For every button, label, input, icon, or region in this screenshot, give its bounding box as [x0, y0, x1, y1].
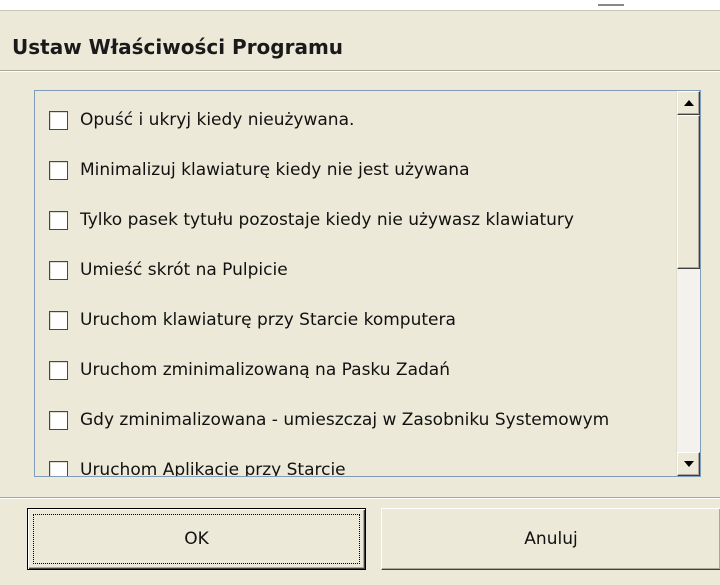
- option-start-minimized-taskbar[interactable]: Uruchom zminimalizowaną na Pasku Zadań: [35, 354, 675, 388]
- arrow-down-icon: [683, 461, 694, 467]
- option-hide-when-unused[interactable]: Opuść i ukryj kiedy nieużywana.: [35, 104, 675, 138]
- checkbox[interactable]: [49, 211, 68, 230]
- background-window-fragment: [0, 0, 720, 10]
- option-label: Umieść skrót na Pulpicie: [80, 260, 288, 280]
- option-run-apps-at-startup[interactable]: Uruchom Aplikacje przy Starcie: [35, 454, 675, 476]
- scroll-thumb[interactable]: [677, 115, 700, 269]
- option-label: Gdy zminimalizowana - umieszczaj w Zasob…: [80, 410, 610, 430]
- scroll-up-button[interactable]: [677, 91, 700, 115]
- checkbox[interactable]: [49, 411, 68, 430]
- option-run-at-startup[interactable]: Uruchom klawiaturę przy Starcie komputer…: [35, 304, 675, 338]
- checkbox[interactable]: [49, 161, 68, 180]
- option-label: Uruchom Aplikacje przy Starcie: [80, 460, 346, 476]
- option-label: Opuść i ukryj kiedy nieużywana.: [80, 110, 355, 130]
- checkbox[interactable]: [49, 261, 68, 280]
- title-divider: [0, 70, 720, 72]
- options-list: Opuść i ukryj kiedy nieużywana. Minimali…: [35, 91, 675, 476]
- checkbox[interactable]: [49, 461, 68, 476]
- option-desktop-shortcut[interactable]: Umieść skrót na Pulpicie: [35, 254, 675, 288]
- checkbox[interactable]: [49, 311, 68, 330]
- dialog-title: Ustaw Właściwości Programu: [12, 35, 344, 59]
- option-label: Uruchom zminimalizowaną na Pasku Zadań: [80, 360, 450, 380]
- option-label: Minimalizuj klawiaturę kiedy nie jest uż…: [80, 160, 470, 180]
- checkbox[interactable]: [49, 111, 68, 130]
- option-minimize-to-tray[interactable]: Gdy zminimalizowana - umieszczaj w Zasob…: [35, 404, 675, 438]
- arrow-up-icon: [683, 100, 694, 106]
- footer-divider: [0, 497, 720, 499]
- option-title-bar-only[interactable]: Tylko pasek tytułu pozostaje kiedy nie u…: [35, 204, 675, 238]
- vertical-scrollbar[interactable]: [676, 91, 700, 476]
- checkbox[interactable]: [49, 361, 68, 380]
- option-label: Uruchom klawiaturę przy Starcie komputer…: [80, 310, 456, 330]
- option-minimize-when-unused[interactable]: Minimalizuj klawiaturę kiedy nie jest uż…: [35, 154, 675, 188]
- cancel-button-label: Anuluj: [524, 529, 578, 549]
- options-list-box: Opuść i ukryj kiedy nieużywana. Minimali…: [34, 90, 701, 477]
- scroll-down-button[interactable]: [677, 452, 700, 476]
- ok-button-label: OK: [184, 529, 209, 549]
- program-properties-dialog: Ustaw Właściwości Programu Opuść i ukryj…: [0, 10, 720, 585]
- ok-button[interactable]: OK: [27, 508, 366, 570]
- cancel-button[interactable]: Anuluj: [381, 508, 720, 570]
- option-label: Tylko pasek tytułu pozostaje kiedy nie u…: [80, 210, 574, 230]
